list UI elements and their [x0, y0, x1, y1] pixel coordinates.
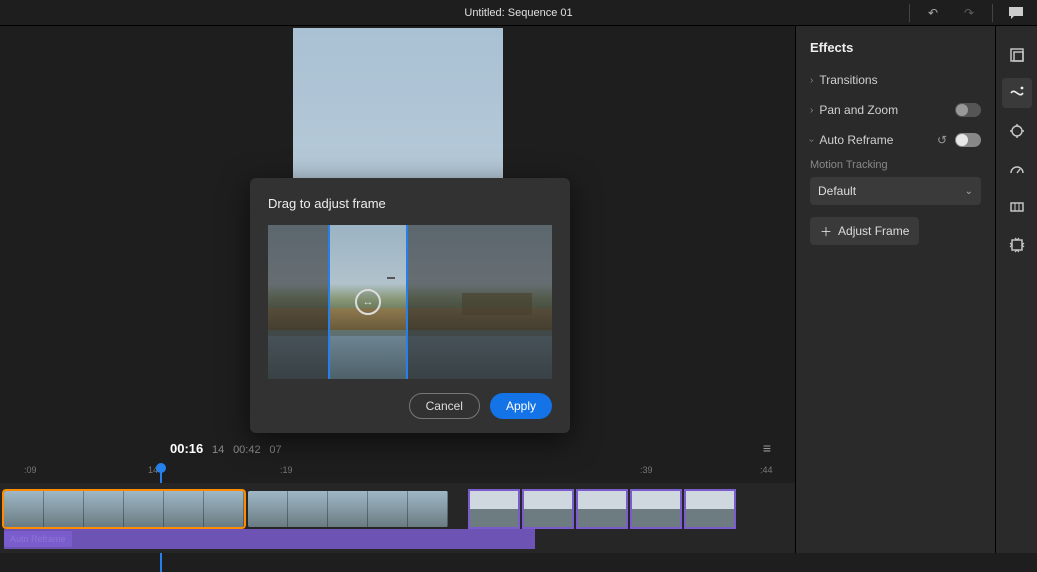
pan-zoom-toggle[interactable] [955, 103, 981, 117]
color-icon[interactable] [1002, 192, 1032, 222]
effects-panel: Effects › Transitions › Pan and Zoom › A… [795, 26, 995, 553]
ruler-tick: :44 [760, 465, 773, 475]
accordion-label: Transitions [819, 73, 981, 87]
chevron-down-icon: › [806, 138, 817, 141]
button-label: Cancel [426, 399, 463, 413]
title-bar: Untitled: Sequence 01 ↶ ↷ [0, 0, 1037, 26]
timeline-options-icon[interactable]: ≡ [763, 440, 771, 456]
time-ruler[interactable]: :09 14 :19 :39 :44 [0, 463, 795, 483]
accordion-label: Auto Reframe [819, 133, 937, 147]
accordion-label: Pan and Zoom [819, 103, 955, 117]
current-time: 00:16 [170, 441, 203, 456]
adjust-icon[interactable] [1002, 116, 1032, 146]
tool-rail [995, 26, 1037, 553]
accordion-auto-reframe[interactable]: › Auto Reframe ↺ [796, 125, 995, 155]
effect-track[interactable] [4, 529, 535, 549]
document-title: Untitled: Sequence 01 [464, 7, 572, 19]
reset-icon[interactable]: ↺ [937, 133, 947, 147]
divider [909, 4, 910, 22]
select-value: Default [818, 184, 856, 198]
frame-preview[interactable]: ↔ [268, 225, 552, 379]
dialog-title: Drag to adjust frame [268, 196, 552, 211]
clip-thumb[interactable] [578, 491, 626, 527]
clip-group[interactable] [470, 491, 734, 527]
total-frame: 07 [269, 444, 281, 456]
ruler-tick: :39 [640, 465, 653, 475]
apply-button[interactable]: Apply [490, 393, 552, 419]
chevron-down-icon: ⌄ [965, 186, 973, 197]
drag-handle-icon[interactable]: ↔ [355, 289, 381, 315]
cancel-button[interactable]: Cancel [409, 393, 480, 419]
comment-icon[interactable] [1003, 1, 1029, 25]
motion-tracking-label: Motion Tracking [810, 159, 981, 171]
clip-thumb[interactable] [470, 491, 518, 527]
adjust-frame-button[interactable]: ＋ Adjust Frame [810, 217, 919, 245]
accordion-pan-and-zoom[interactable]: › Pan and Zoom [796, 95, 995, 125]
crop-icon[interactable] [1002, 40, 1032, 70]
timeline-tracks[interactable]: Auto Reframe [0, 483, 795, 553]
panel-title: Effects [796, 40, 995, 65]
transform-icon[interactable] [1002, 230, 1032, 260]
chevron-right-icon: › [810, 75, 813, 86]
motion-tracking-select[interactable]: Default ⌄ [810, 177, 981, 205]
clip-thumb[interactable] [524, 491, 572, 527]
undo-icon[interactable]: ↶ [920, 1, 946, 25]
crop-selection[interactable]: ↔ [328, 225, 408, 379]
clip-thumb[interactable] [632, 491, 680, 527]
divider [992, 4, 993, 22]
title-bar-actions: ↶ ↷ [909, 0, 1029, 26]
redo-icon[interactable]: ↷ [956, 1, 982, 25]
clip[interactable] [248, 491, 448, 527]
ruler-tick: :19 [280, 465, 293, 475]
chevron-right-icon: › [810, 105, 813, 116]
effects-icon[interactable] [1002, 78, 1032, 108]
adjust-frame-dialog: Drag to adjust frame ↔ Cancel Apply [250, 178, 570, 433]
auto-reframe-controls: Motion Tracking Default ⌄ ＋ Adjust Frame [796, 159, 995, 245]
playhead[interactable] [156, 463, 166, 473]
accordion-transitions[interactable]: › Transitions [796, 65, 995, 95]
time-readout: 00:16 14 00:42 07 ≡ [0, 433, 795, 463]
total-time: 00:42 [233, 444, 261, 456]
button-label: Apply [506, 399, 536, 413]
auto-reframe-toggle[interactable] [955, 133, 981, 147]
button-label: Adjust Frame [838, 224, 909, 238]
speed-icon[interactable] [1002, 154, 1032, 184]
current-frame: 14 [212, 444, 224, 456]
dialog-actions: Cancel Apply [268, 393, 552, 419]
clip-selected[interactable] [4, 491, 244, 527]
crop-mask [268, 225, 328, 379]
clip-thumb[interactable] [686, 491, 734, 527]
ruler-tick: :09 [24, 465, 37, 475]
crop-mask [408, 225, 552, 379]
plus-icon: ＋ [820, 223, 832, 240]
